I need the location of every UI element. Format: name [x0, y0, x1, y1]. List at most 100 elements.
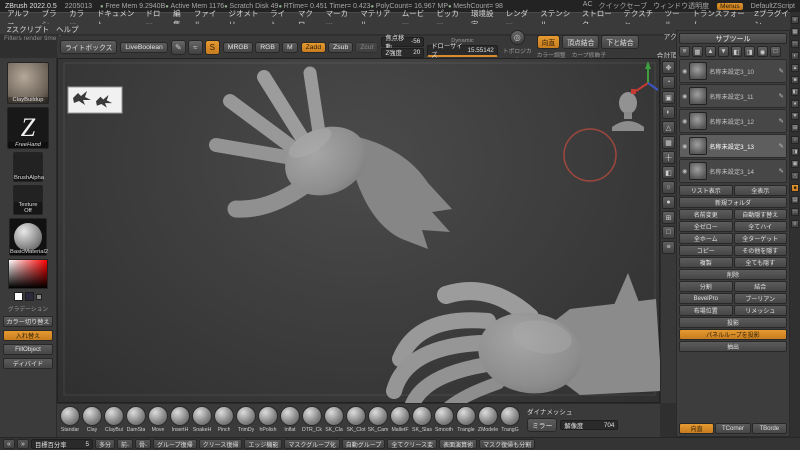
subtool-item[interactable]: ◉ 名称未設定3_14 ✎ — [679, 159, 787, 183]
panel-icon[interactable]: ○ — [791, 136, 799, 144]
subtool-button[interactable]: その他を隠す — [733, 245, 787, 256]
panel-icon[interactable]: ● — [791, 100, 799, 108]
brush-item[interactable]: hPolish — [257, 406, 279, 433]
brush-item[interactable]: SK_Slas — [411, 406, 433, 433]
brush-item[interactable]: Smooth — [433, 406, 455, 433]
brush-item[interactable]: DTR_Ck — [301, 406, 323, 433]
brush-item[interactable]: SnakeH — [191, 406, 213, 433]
visibility-eye-icon[interactable]: ◉ — [682, 68, 687, 75]
subtool-title[interactable]: サブツール — [679, 33, 787, 44]
sculpt-mode-button[interactable]: Zcut — [355, 41, 379, 53]
local-sym-icon[interactable]: 十 — [662, 151, 675, 164]
panel-icon[interactable]: ▣ — [791, 160, 799, 168]
up-icon[interactable]: ▲ — [705, 46, 716, 57]
subtool-button[interactable]: リスト表示 — [679, 185, 733, 196]
subtool-button[interactable]: ブーリアン — [733, 293, 787, 304]
lightbox-button[interactable]: ライトボックス — [60, 40, 118, 54]
visibility-eye-icon[interactable]: ◉ — [682, 168, 687, 175]
brush-item[interactable]: Inflat — [279, 406, 301, 433]
panel-icon[interactable]: ◧ — [791, 88, 799, 96]
alpha-thumbnail[interactable]: BrushAlpha — [13, 152, 44, 182]
solo-icon[interactable]: ● — [662, 196, 675, 209]
panel-icon[interactable]: ■ — [791, 184, 799, 192]
mini-swatch[interactable] — [36, 293, 42, 300]
hand-model-left[interactable] — [209, 66, 452, 249]
subtool-button[interactable]: TBorde — [751, 423, 787, 434]
brush-icon[interactable]: ✎ — [170, 39, 186, 55]
subtool-item[interactable]: ◉ 名称未設定3_10 ✎ — [679, 59, 787, 83]
aa-half-icon[interactable]: ◐ — [662, 106, 675, 119]
live-boolean-button[interactable]: LiveBoolean — [120, 41, 168, 53]
picker-icon[interactable]: ◎ — [509, 30, 525, 45]
switch-color-button[interactable]: カラー切り替え — [3, 316, 53, 327]
split-icon[interactable]: ◧ — [731, 46, 742, 57]
secondary-color-swatch[interactable] — [25, 292, 34, 301]
bottom-action-button[interactable]: グループ復帰 — [153, 439, 197, 449]
shelf-button[interactable]: 頂点結合 — [562, 35, 600, 49]
subtool-button[interactable]: 結合 — [733, 281, 787, 292]
xpose-icon[interactable]: ⊞ — [662, 211, 675, 224]
polypaint-icon[interactable]: ✎ — [779, 92, 784, 100]
sculpt-mode-button[interactable]: Zsub — [328, 41, 354, 53]
bottom-action-button[interactable]: クリース復帰 — [198, 439, 243, 449]
swap-color-button[interactable]: 入れ替え — [3, 330, 53, 341]
move-doc-icon[interactable]: ≡ — [662, 241, 675, 254]
subtool-button[interactable]: 全ターゲット — [733, 233, 787, 244]
prev-button[interactable]: « — [3, 439, 15, 449]
down-icon[interactable]: ▼ — [718, 46, 729, 57]
subtool-button[interactable]: 新規フォルダ — [679, 197, 787, 208]
focal-shift-slider[interactable]: 焦点移動 -56 — [381, 35, 425, 51]
panel-icon[interactable]: ◨ — [791, 148, 799, 156]
panel-icon[interactable]: ▼ — [791, 112, 799, 120]
brush-item[interactable]: MalletF — [389, 406, 411, 433]
sculpt-mode-button[interactable]: Zadd — [300, 41, 327, 53]
panel-icon[interactable]: △ — [791, 172, 799, 180]
alpha-icon[interactable]: S — [204, 39, 220, 55]
subtool-button[interactable]: 布場位置 — [679, 305, 733, 316]
stroke-thumbnail[interactable]: Z FreeHand — [7, 107, 49, 149]
next-button[interactable]: » — [17, 439, 29, 449]
bottom-action-button[interactable]: 全てクリース変 — [387, 439, 438, 449]
bottom-action-button[interactable]: 表面演算術 — [439, 439, 478, 449]
bottom-action-button[interactable]: 多分 — [95, 439, 116, 449]
bottom-action-button[interactable]: 骨- — [135, 439, 152, 449]
brush-item[interactable]: Standar — [59, 406, 81, 433]
main-color-swatch[interactable] — [14, 292, 23, 301]
menu-item[interactable]: ヘルプ — [53, 24, 82, 35]
material-thumbnail[interactable]: BasicMaterial2 — [9, 218, 48, 256]
panel-icon[interactable]: ▤ — [791, 196, 799, 204]
head-model[interactable] — [612, 92, 644, 131]
brush-item[interactable]: InsertH — [169, 406, 191, 433]
subtool-item[interactable]: ◉ 名称未設定3_13 ✎ — [679, 134, 787, 158]
box-icon[interactable]: □ — [770, 46, 781, 57]
panel-icon[interactable]: ≡ — [791, 220, 799, 228]
grid-icon[interactable]: ▦ — [692, 46, 703, 57]
panel-icon[interactable]: ▲ — [791, 64, 799, 72]
subtool-button[interactable]: 抽出 — [679, 341, 787, 352]
panel-icon[interactable]: ▦ — [791, 28, 799, 36]
hand-model-right[interactable] — [386, 273, 661, 404]
color-picker[interactable] — [8, 259, 48, 289]
panel-icon[interactable]: □ — [791, 40, 799, 48]
divide-button[interactable]: ディバイド — [3, 358, 53, 369]
paint-mode-button[interactable]: RGB — [255, 41, 280, 53]
transparency-icon[interactable]: ◧ — [662, 166, 675, 179]
subtool-button[interactable]: 全ホーム — [679, 233, 733, 244]
bottom-action-button[interactable]: エッジ機能 — [244, 439, 283, 449]
frame-icon[interactable]: □ — [662, 226, 675, 239]
subtool-button[interactable]: 名前変更 — [679, 209, 733, 220]
bottom-action-button[interactable]: 前- — [117, 439, 134, 449]
polypaint-icon[interactable]: ✎ — [779, 142, 784, 150]
paint-mode-button[interactable]: MRGB — [222, 41, 254, 53]
menu-item[interactable]: Zスクリプト — [4, 24, 52, 35]
polypaint-icon[interactable]: ✎ — [779, 167, 784, 175]
floor-icon[interactable]: ▦ — [662, 136, 675, 149]
divider-icon[interactable]: ≡ — [791, 16, 799, 24]
merge-icon[interactable]: ◨ — [744, 46, 755, 57]
fill-object-button[interactable]: FillObject — [3, 344, 53, 355]
panel-icon[interactable]: ◐ — [791, 52, 799, 60]
polypaint-icon[interactable]: ✎ — [779, 67, 784, 75]
subtool-button[interactable]: BevelPro — [679, 293, 733, 304]
brush-item[interactable]: ZModele — [477, 406, 499, 433]
brush-item[interactable]: SK_Clot — [345, 406, 367, 433]
